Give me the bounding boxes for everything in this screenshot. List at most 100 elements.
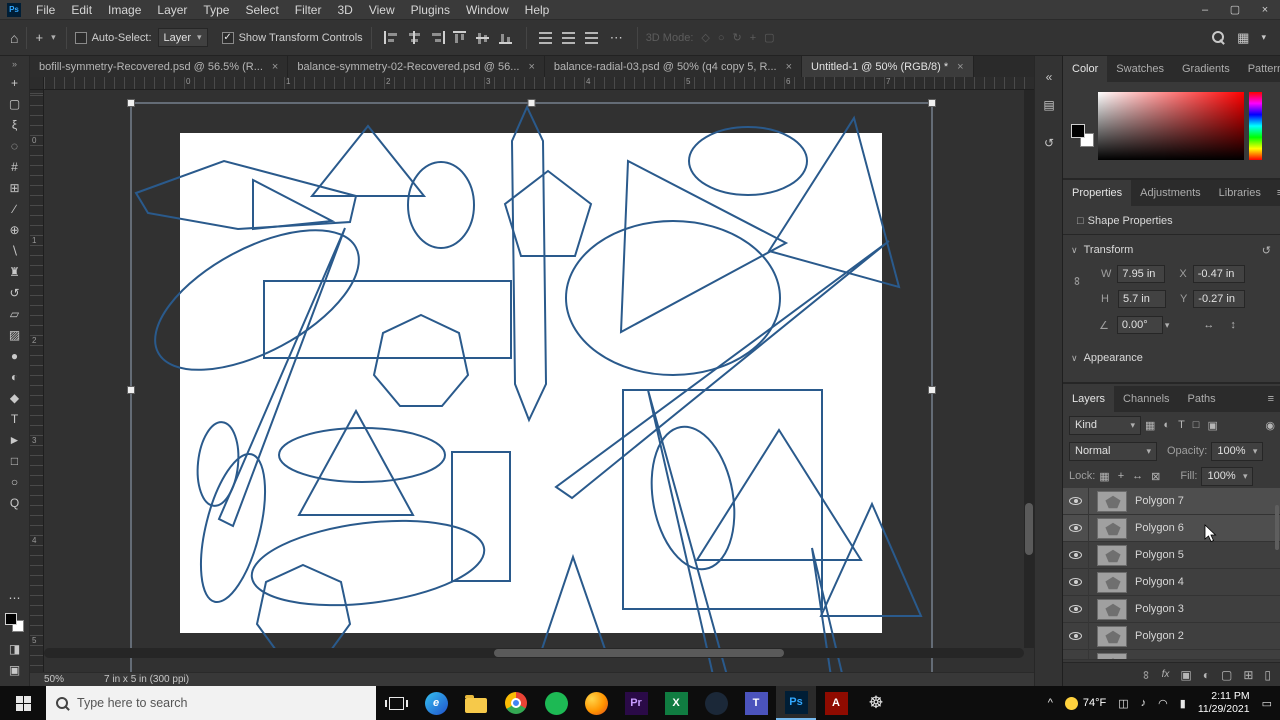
layer-group-icon[interactable]: ▢ [1221, 668, 1232, 682]
object-selection-tool[interactable]: ◌ [0, 135, 30, 156]
layer-row-polygon-3[interactable]: Polygon 3 [1063, 595, 1280, 623]
distribute-vertical-icon[interactable] [538, 31, 554, 44]
filter-adjustment-layers-icon[interactable]: ◐ [1163, 419, 1170, 431]
width-field[interactable]: 7.95 in [1117, 265, 1166, 283]
height-field[interactable]: 5.7 in [1117, 290, 1166, 308]
layer-thumbnail[interactable] [1097, 490, 1127, 512]
taskbar-app-file-explorer[interactable] [456, 686, 496, 720]
menu-help[interactable]: Help [517, 0, 558, 20]
layer-mask-icon[interactable]: ▣ [1180, 668, 1191, 682]
taskbar-app-excel[interactable]: X [656, 686, 696, 720]
layer-name[interactable]: Polygon 2 [1135, 630, 1184, 642]
flip-vertical-icon[interactable]: ↕ [1230, 319, 1236, 331]
layer-thumbnail[interactable] [1097, 517, 1127, 539]
tab-adjustments[interactable]: Adjustments [1131, 180, 1210, 206]
color-panel-swatches[interactable] [1071, 124, 1097, 150]
panel-menu-icon[interactable]: ≡ [1261, 386, 1280, 412]
speaker-tray-icon[interactable]: ♪ [1141, 697, 1147, 709]
taskbar-clock[interactable]: 2:11 PM 11/29/2021 [1198, 690, 1250, 716]
menu-edit[interactable]: Edit [63, 0, 100, 20]
close-tab-icon[interactable]: × [786, 61, 792, 73]
display-tray-icon[interactable]: ◫ [1118, 697, 1128, 710]
lasso-tool[interactable]: ξ [0, 114, 30, 135]
menu-plugins[interactable]: Plugins [403, 0, 458, 20]
auto-select-checkbox[interactable] [74, 31, 87, 44]
taskbar-app-firefox[interactable] [576, 686, 616, 720]
type-tool[interactable]: T [0, 408, 30, 429]
layer-thumbnail[interactable] [1097, 544, 1127, 566]
eyedropper-tool[interactable]: ∕ [0, 198, 30, 219]
delete-layer-icon[interactable]: ▯ [1264, 668, 1271, 682]
vertical-scrollbar-thumb[interactable] [1025, 503, 1033, 555]
layer-thumbnail[interactable] [1097, 653, 1127, 659]
foreground-color-swatch[interactable] [4, 613, 17, 625]
tab-gradients[interactable]: Gradients [1173, 56, 1239, 82]
visibility-eye-icon[interactable] [1063, 650, 1089, 659]
filter-toggle-icon[interactable]: ◉ [1265, 419, 1275, 432]
flip-horizontal-icon[interactable]: ↔ [1203, 319, 1214, 331]
history-brush-tool[interactable]: ↺ [0, 282, 30, 303]
collapse-tools-icon[interactable]: » [12, 56, 17, 72]
taskbar-app-settings[interactable]: ☸ [856, 686, 896, 720]
tab-channels[interactable]: Channels [1114, 386, 1178, 412]
eraser-tool[interactable]: ▱ [0, 303, 30, 324]
battery-tray-icon[interactable]: ▮ [1180, 697, 1186, 710]
menu-file[interactable]: File [28, 0, 63, 20]
tab-color[interactable]: Color [1063, 56, 1108, 82]
canvas-artwork[interactable] [30, 77, 1034, 672]
layer-thumbnail[interactable] [1097, 625, 1127, 647]
taskbar-app-edge[interactable]: e [416, 686, 456, 720]
taskbar-search[interactable]: Type here to search [46, 686, 376, 720]
rotation-field[interactable]: 0.00° [1116, 316, 1163, 334]
visibility-eye-icon[interactable] [1063, 514, 1089, 542]
vertical-scrollbar[interactable] [1024, 90, 1034, 648]
shape-tool[interactable]: □ [0, 450, 30, 471]
taskbar-app-spotify[interactable] [536, 686, 576, 720]
task-view-button[interactable] [376, 686, 416, 720]
quick-mask-icon[interactable]: ◨ [0, 638, 30, 659]
brush-tool[interactable]: ∖ [0, 240, 30, 261]
show-transform-checkbox[interactable]: ✓ [221, 31, 234, 44]
tab-libraries[interactable]: Libraries [1210, 180, 1270, 206]
visibility-eye-icon[interactable] [1063, 568, 1089, 596]
menu-select[interactable]: Select [237, 0, 286, 20]
healing-brush-tool[interactable]: ⊕ [0, 219, 30, 240]
zoom-tool[interactable]: Q [0, 492, 30, 513]
move-tool[interactable]: + [0, 72, 30, 93]
tab-swatches[interactable]: Swatches [1107, 56, 1173, 82]
fill-dropdown[interactable]: 100% ▾ [1201, 466, 1254, 486]
layer-row-polygon-7[interactable]: Polygon 7 [1063, 487, 1280, 515]
menu-type[interactable]: Type [195, 0, 237, 20]
blend-mode-dropdown[interactable]: Normal ▾ [1069, 441, 1157, 461]
layer-thumbnail[interactable] [1097, 571, 1127, 593]
move-tool-options-icon[interactable]: + [35, 30, 43, 45]
minimize-button[interactable]: – [1190, 0, 1220, 20]
taskbar-app-teams[interactable]: T [736, 686, 776, 720]
adjustment-layer-icon[interactable]: ◐ [1203, 668, 1210, 682]
lock-image-pixels-icon[interactable]: + [1118, 470, 1124, 482]
weather-widget[interactable]: 74°F [1064, 696, 1106, 710]
lock-position-icon[interactable]: ↔ [1132, 470, 1143, 482]
layer-effects-icon[interactable]: fx [1162, 669, 1170, 680]
document-tab-1[interactable]: bofill-symmetry-Recovered.psd @ 56.5% (R… [30, 56, 289, 77]
layer-thumbnail[interactable] [1097, 598, 1127, 620]
panel-menu-icon[interactable]: ≡ [1270, 180, 1280, 206]
restore-button[interactable]: ▢ [1220, 0, 1250, 20]
blur-tool[interactable]: ● [0, 345, 30, 366]
align-left-edges-icon[interactable] [383, 31, 399, 44]
close-tab-icon[interactable]: × [528, 61, 534, 73]
tab-properties[interactable]: Properties [1063, 180, 1132, 206]
close-button[interactable]: × [1250, 0, 1280, 20]
horizontal-scrollbar[interactable] [44, 648, 1024, 658]
frame-tool[interactable]: ⊞ [0, 177, 30, 198]
tab-patterns[interactable]: Patterns [1239, 56, 1280, 82]
home-icon[interactable]: ⌂ [10, 30, 18, 46]
more-align-options-icon[interactable]: ⋯ [610, 30, 623, 46]
menu-filter[interactable]: Filter [287, 0, 330, 20]
x-position-field[interactable]: -0.47 in [1192, 265, 1245, 283]
distribute-horizontal-icon[interactable] [561, 31, 577, 44]
document-tab-4-active[interactable]: Untitled-1 @ 50% (RGB/8) * × [802, 56, 974, 77]
document-tab-2[interactable]: balance-symmetry-02-Recovered.psd @ 56..… [288, 56, 545, 77]
tool-preset-arrow-icon[interactable]: ▾ [51, 32, 56, 43]
horizontal-scrollbar-thumb[interactable] [494, 649, 784, 657]
